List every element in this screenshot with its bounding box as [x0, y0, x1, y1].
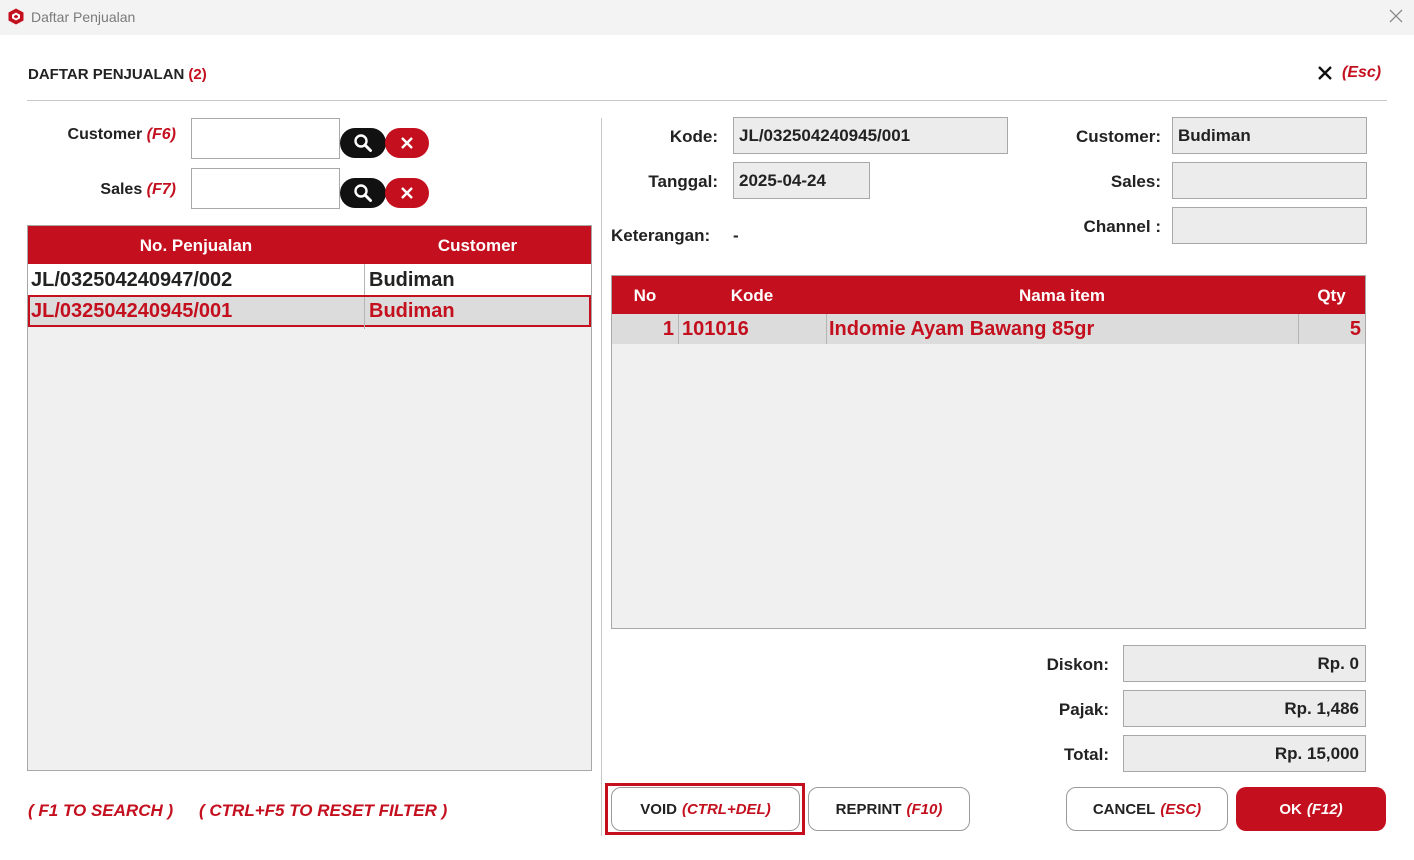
cancel-button[interactable]: CANCEL (ESC)	[1066, 787, 1228, 831]
ok-button-label: OK	[1279, 800, 1302, 818]
reprint-button-label: REPRINT	[835, 800, 902, 818]
pajak-field: Rp. 1,486	[1123, 690, 1366, 727]
cell-separator	[826, 314, 827, 344]
keterangan-label: Keterangan:	[611, 226, 711, 245]
items-header: No Kode Nama item Qty	[612, 276, 1365, 314]
table-row-selected[interactable]: 1 101016 Indomie Ayam Bawang 85gr 5	[612, 314, 1365, 344]
cell-no-penjualan: JL/032504240945/001	[31, 300, 233, 322]
total-label: Total:	[1063, 745, 1109, 764]
sales-filter-hotkey: (F7)	[146, 181, 176, 198]
cancel-button-label: CANCEL	[1092, 800, 1156, 818]
search-icon	[354, 184, 372, 202]
column-header-kode[interactable]: Kode	[678, 286, 826, 306]
tanggal-label: Tanggal:	[648, 172, 718, 191]
sales-filter-input[interactable]	[191, 168, 340, 209]
customer-filter-label-text: Customer	[67, 126, 143, 143]
customer-filter-label: Customer (F6)	[40, 126, 176, 144]
cell-separator	[364, 297, 365, 329]
reprint-button[interactable]: REPRINT (F10)	[808, 787, 970, 831]
kode-label: Kode:	[669, 127, 718, 146]
cell-nama-item: Indomie Ayam Bawang 85gr	[829, 318, 1095, 340]
cell-separator	[364, 264, 365, 296]
table-row-selected[interactable]: JL/032504240945/001 Budiman	[28, 295, 591, 329]
pajak-label: Pajak:	[1058, 700, 1109, 719]
search-hint: ( F1 TO SEARCH )	[28, 801, 174, 820]
ok-button-hotkey: (F12)	[1306, 800, 1343, 818]
void-button-label: VOID	[640, 800, 677, 818]
sales-list-header: No. Penjualan Customer	[28, 226, 591, 264]
sales-filter-label: Sales (F7)	[40, 181, 176, 199]
cell-qty: 5	[1349, 318, 1361, 340]
total-field: Rp. 15,000	[1123, 735, 1366, 772]
customer-filter-hotkey: (F6)	[146, 126, 176, 143]
customer-field: Budiman	[1172, 117, 1367, 154]
clear-icon	[401, 187, 413, 199]
column-header-qty[interactable]: Qty	[1298, 286, 1365, 306]
sales-field	[1172, 162, 1367, 199]
sales-list-grid[interactable]: No. Penjualan Customer JL/032504240947/0…	[27, 225, 592, 771]
cell-separator	[678, 314, 679, 344]
kode-field: JL/032504240945/001	[733, 117, 1008, 154]
close-hotkey: (Esc)	[1342, 64, 1382, 81]
sales-label: Sales:	[1110, 172, 1161, 191]
window-titlebar: Daftar Penjualan	[0, 0, 1414, 35]
column-header-nama-item[interactable]: Nama item	[826, 286, 1298, 306]
cell-customer: Budiman	[369, 300, 455, 322]
window-title: Daftar Penjualan	[31, 9, 136, 25]
page-title-text: DAFTAR PENJUALAN	[28, 66, 185, 83]
tanggal-field: 2025-04-24	[733, 162, 870, 199]
ok-button[interactable]: OK (F12)	[1236, 787, 1386, 831]
channel-field	[1172, 207, 1367, 244]
page-title: DAFTAR PENJUALAN (2)	[28, 66, 207, 83]
cell-customer: Budiman	[369, 269, 455, 291]
record-count: (2)	[188, 66, 207, 83]
customer-filter-input[interactable]	[191, 118, 340, 159]
items-grid[interactable]: No Kode Nama item Qty 1 101016 Indomie A…	[611, 275, 1366, 629]
sales-clear-button[interactable]	[385, 178, 429, 208]
cell-no: 1	[662, 318, 674, 340]
header-divider	[27, 100, 1387, 101]
close-icon	[1318, 66, 1332, 80]
clear-icon	[401, 137, 413, 149]
void-button-hotkey: (CTRL+DEL)	[681, 800, 771, 818]
search-icon	[354, 134, 372, 152]
diskon-label: Diskon:	[1046, 655, 1109, 674]
void-button[interactable]: VOID (CTRL+DEL)	[611, 787, 800, 831]
channel-label: Channel :	[1083, 217, 1161, 236]
window-close-icon[interactable]	[1388, 8, 1404, 24]
customer-search-button[interactable]	[340, 128, 386, 158]
header-close-button[interactable]: (Esc)	[1316, 64, 1381, 82]
diskon-field: Rp. 0	[1123, 645, 1366, 682]
sales-filter-label-text: Sales	[100, 181, 143, 198]
customer-clear-button[interactable]	[385, 128, 429, 158]
reprint-button-hotkey: (F10)	[906, 800, 943, 818]
panel-divider	[601, 118, 602, 836]
reset-filter-hint: ( CTRL+F5 TO RESET FILTER )	[199, 801, 448, 820]
customer-label: Customer:	[1075, 127, 1161, 146]
cell-no-penjualan: JL/032504240947/002	[31, 269, 233, 291]
keterangan-value: -	[733, 226, 739, 245]
app-logo-icon	[8, 8, 24, 25]
table-row[interactable]: JL/032504240947/002 Budiman	[28, 264, 591, 296]
column-header-customer[interactable]: Customer	[364, 236, 591, 256]
cancel-button-hotkey: (ESC)	[1160, 800, 1202, 818]
cell-kode: 101016	[682, 318, 749, 340]
column-header-no[interactable]: No	[612, 286, 678, 306]
column-header-no-penjualan[interactable]: No. Penjualan	[28, 236, 364, 256]
sales-search-button[interactable]	[340, 178, 386, 208]
